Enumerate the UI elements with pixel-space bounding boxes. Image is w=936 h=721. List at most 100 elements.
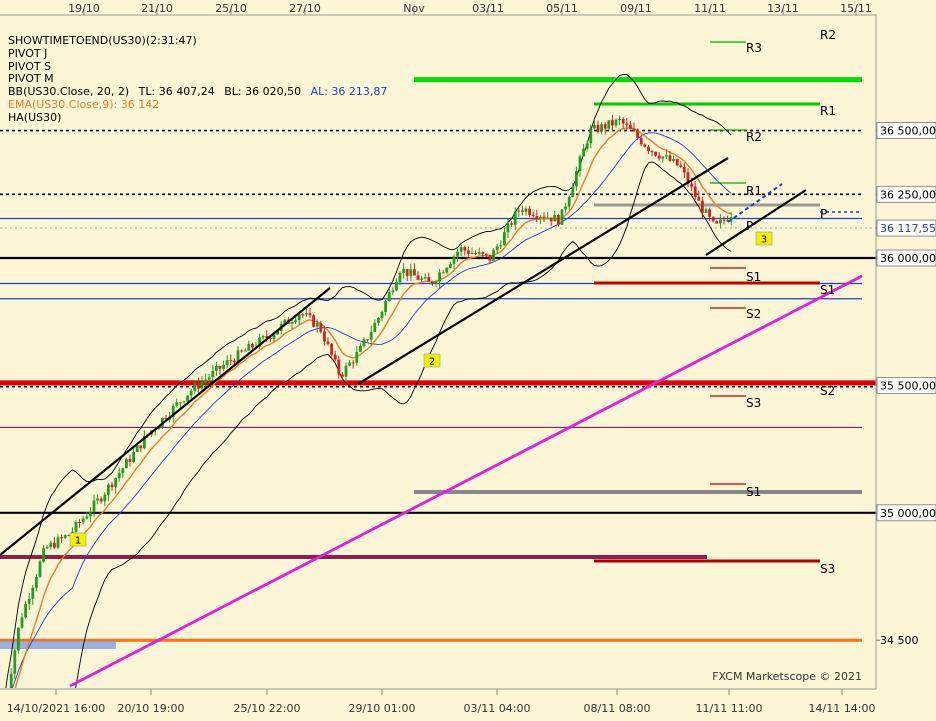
candle-body xyxy=(546,217,549,219)
bottom-axis-label: 14/10/2021 16:00 xyxy=(7,702,106,715)
price-axis-label: 36 000,00 xyxy=(880,252,936,265)
candle-body xyxy=(539,216,542,219)
candle-body xyxy=(535,216,539,219)
candle-body xyxy=(240,350,243,352)
candle-body xyxy=(589,128,593,144)
info-line-bb: BB(US30.Close, 20, 2) TL: 36 407,24 BL: … xyxy=(8,85,387,98)
candle-body xyxy=(679,165,683,168)
candle-body xyxy=(24,603,27,618)
candle-body xyxy=(312,315,315,327)
candle-body xyxy=(121,468,125,474)
candle-body xyxy=(38,561,42,577)
candle-body xyxy=(575,171,578,187)
candle-body xyxy=(60,537,63,539)
candle-body xyxy=(510,223,513,225)
candle-body xyxy=(611,120,614,126)
candle-body xyxy=(398,273,402,283)
candle-body xyxy=(499,245,503,247)
candle-body xyxy=(211,370,215,378)
info-line-pivot-j: PIVOT J xyxy=(8,47,47,60)
pivot-label: R2 xyxy=(746,130,762,144)
candle-body xyxy=(42,548,45,562)
candle-body xyxy=(690,183,693,187)
price-chart[interactable]: R2 R3 R1 R2 R1 P P S1 S1 S2 S2 S3 S1 S3 1 2 3 19/10 21/1… xyxy=(0,0,936,721)
candle-body xyxy=(290,322,294,324)
candle-body xyxy=(186,395,189,402)
candle-body xyxy=(636,131,639,138)
pivot-label: S1 xyxy=(746,485,761,499)
candle-body xyxy=(647,146,650,151)
candle-body xyxy=(366,339,369,341)
candle-body xyxy=(384,301,387,313)
pivot-label: S3 xyxy=(820,562,835,576)
candle-body xyxy=(387,291,391,302)
candle-body xyxy=(344,365,348,377)
candle-body xyxy=(395,282,398,291)
candle-body xyxy=(182,401,186,403)
candle-body xyxy=(708,209,711,217)
candle-body xyxy=(557,214,560,225)
candle-body xyxy=(459,247,463,252)
pivot-label: P xyxy=(820,207,827,221)
candle-body xyxy=(117,473,121,479)
top-axis-label: 05/11 xyxy=(546,2,578,15)
price-axis-label: 36 250,00 xyxy=(880,188,936,201)
candle-body xyxy=(434,281,438,284)
bb-al: AL: 36 213,87 xyxy=(311,85,388,98)
price-axis-label: 34 500 xyxy=(880,634,919,647)
price-axis-label: 36 117,55 xyxy=(880,222,936,235)
candle-body xyxy=(189,390,193,396)
bottom-axis-label: 11/11 11:00 xyxy=(696,702,763,715)
candle-body xyxy=(528,208,531,215)
candle-body xyxy=(218,365,222,369)
candle-body xyxy=(362,339,366,346)
candle-body xyxy=(452,256,456,264)
candle-body xyxy=(225,360,229,365)
candle-body xyxy=(261,336,265,338)
pivot-label: S1 xyxy=(820,283,835,297)
candle-body xyxy=(125,459,128,469)
candle-body xyxy=(175,402,179,406)
candle-body xyxy=(89,511,92,517)
candle-body xyxy=(542,216,546,218)
candle-body xyxy=(629,124,632,129)
candle-body xyxy=(243,350,247,352)
candle-body xyxy=(20,617,24,628)
pivot-label: S3 xyxy=(746,396,761,410)
candle-body xyxy=(564,206,567,210)
bottom-axis-label: 08/11 08:00 xyxy=(584,702,651,715)
bb-bl: BL: 36 020,50 xyxy=(224,85,301,98)
candle-body xyxy=(35,576,38,588)
pivot-label: R3 xyxy=(746,41,762,55)
candle-body xyxy=(56,537,60,548)
candle-body xyxy=(27,598,31,604)
candle-body xyxy=(463,247,467,251)
candle-body xyxy=(506,223,510,233)
candle-body xyxy=(593,124,596,129)
candle-body xyxy=(531,214,535,217)
candle-body xyxy=(128,459,132,462)
candle-body xyxy=(323,331,326,342)
top-axis-label: 13/11 xyxy=(767,2,799,15)
candle-body xyxy=(560,209,564,225)
pivot-label: S2 xyxy=(820,384,835,398)
candle-body xyxy=(420,278,423,280)
candle-body xyxy=(413,269,416,276)
candle-body xyxy=(377,317,380,323)
candle-body xyxy=(305,313,308,315)
candle-body xyxy=(326,341,330,344)
wave-marker-label: 1 xyxy=(75,536,81,547)
candle-body xyxy=(621,119,625,124)
candle-body xyxy=(197,383,200,389)
candle-body xyxy=(96,498,99,501)
candle-body xyxy=(467,250,470,254)
candle-body xyxy=(49,542,53,548)
candle-body xyxy=(693,186,697,197)
candle-body xyxy=(308,313,312,316)
pivot-label: R1 xyxy=(746,184,762,198)
info-line-ha: HA(US30) xyxy=(8,111,61,124)
candle-body xyxy=(704,209,708,213)
wave-marker-label: 2 xyxy=(429,357,435,368)
candle-body xyxy=(114,478,117,488)
candle-body xyxy=(92,500,96,512)
